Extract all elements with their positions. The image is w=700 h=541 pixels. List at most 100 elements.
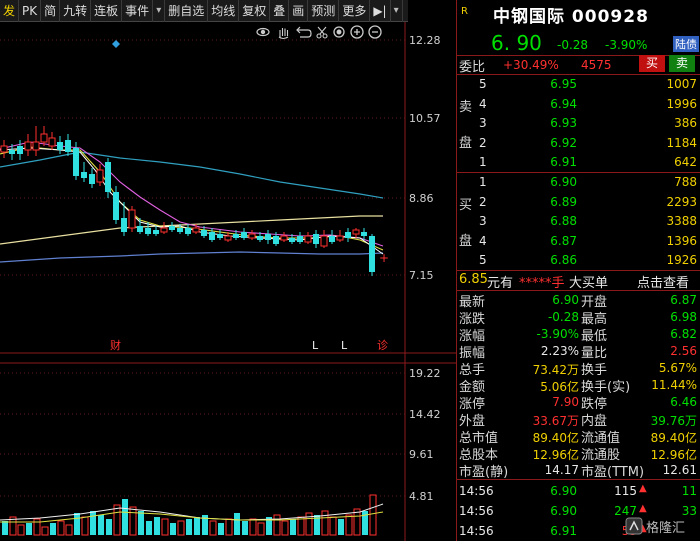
level: 2	[479, 194, 487, 209]
stat-row: 市盈(静) 14.17 市盈(TTM) 12.61	[457, 461, 700, 480]
big-order-row[interactable]: 6.85 元有 *****手 大买单 点击查看	[457, 271, 700, 291]
sell-button[interactable]: 卖	[669, 55, 695, 72]
latest-price: 6. 90	[491, 31, 542, 55]
stat-value: 6.82	[670, 327, 697, 341]
toolbar-item-1[interactable]: PK	[19, 0, 42, 22]
hand-icon[interactable]	[278, 28, 289, 40]
volume-axis-label: 19.22	[409, 367, 441, 380]
toolbar-item-10[interactable]: 叠	[270, 0, 290, 22]
toolbar-item-13[interactable]: 更多	[339, 0, 371, 22]
candle-body	[128, 209, 136, 229]
candle-body	[57, 142, 63, 150]
candle-body	[248, 233, 256, 239]
buy_orders-row[interactable]: 5 6.86 1926	[457, 251, 700, 270]
buy_orders-row[interactable]: 4 6.87 1396	[457, 232, 700, 251]
level: 1	[479, 175, 487, 189]
candle-body	[336, 235, 344, 241]
volume-bar	[122, 499, 128, 535]
event-marker-l2: L	[341, 339, 348, 352]
candle-body	[209, 232, 215, 240]
big-order-price: 6.85	[459, 272, 488, 287]
stock-name: 中钢国际 000928	[493, 7, 649, 27]
volume-bar	[98, 515, 104, 535]
stat-row: 最新 6.90 开盘 6.87	[457, 291, 700, 310]
toolbar-item-12[interactable]: 预测	[308, 0, 340, 22]
watermark-logo-icon	[625, 517, 643, 535]
settings-icon[interactable]	[333, 26, 345, 38]
eye-icon[interactable]	[256, 27, 270, 37]
zoom-out-icon[interactable]	[368, 25, 382, 39]
volume-bar	[50, 523, 56, 535]
sell_orders-row[interactable]: 3 6.93 386	[457, 114, 700, 133]
watermark: 格隆汇	[625, 515, 699, 537]
toolbar-item-3[interactable]: 九转	[60, 0, 92, 22]
candle-body	[233, 234, 239, 238]
sell_orders-row[interactable]: 5 6.95 1007	[457, 75, 700, 94]
zoom-in-icon[interactable]	[350, 25, 364, 39]
undo-icon[interactable]	[296, 26, 312, 38]
toolbar-item-2[interactable]: 简	[41, 0, 61, 22]
scissors-icon[interactable]	[316, 26, 328, 39]
volume-bar	[113, 504, 121, 536]
buy_orders-row[interactable]: 1 6.90 788	[457, 173, 700, 192]
price-axis-label: 7.15	[409, 269, 434, 282]
toolbar-item-14[interactable]: ▶|	[370, 0, 391, 22]
volume-axis-label: 4.81	[409, 490, 434, 503]
sell_orders-row[interactable]: 4 6.94 1996	[457, 95, 700, 114]
volume-bar	[218, 523, 224, 535]
kline-svg[interactable]: 12.28 10.57 8.86 7.15 19.22 14.42 9.61 4.81 + 财 L L…	[0, 22, 457, 541]
toolbar-item-0[interactable]: 发	[0, 0, 20, 22]
candle-body	[96, 169, 104, 183]
candle-body	[145, 228, 151, 234]
volume-bar	[81, 516, 89, 536]
stat-value: 2.23%	[540, 344, 579, 358]
toolbar-item-9[interactable]: 复权	[239, 0, 271, 22]
toolbar-item-11[interactable]: 画	[289, 0, 309, 22]
sell_orders-row[interactable]: 1 6.91 642	[457, 153, 700, 172]
bond-tag[interactable]: 陆债	[673, 36, 699, 52]
volume-bar	[257, 522, 265, 536]
marker-diamond-icon	[112, 40, 120, 48]
volume-bar	[177, 520, 185, 536]
webi-diff: 4575	[581, 58, 612, 72]
volume-bar	[154, 517, 160, 535]
order-volume: 788	[674, 175, 697, 189]
order-price: 6.90	[550, 175, 577, 189]
candle-body	[160, 227, 168, 233]
volume-bar	[209, 520, 217, 536]
level: 2	[479, 135, 487, 150]
buy-button[interactable]: 买	[639, 55, 665, 72]
volume-bar	[290, 519, 296, 535]
big-order-link[interactable]: 点击查看	[637, 272, 689, 291]
candle-body	[121, 218, 127, 232]
toolbar-item-15[interactable]: ▾	[391, 0, 403, 22]
kline-chart[interactable]: 12.28 10.57 8.86 7.15 19.22 14.42 9.61 4.81 + 财 L L…	[0, 22, 457, 541]
candle-body	[9, 150, 15, 154]
candle-body	[304, 235, 312, 243]
event-marker-cai: 财	[110, 338, 121, 352]
stat-value: 6.90	[552, 293, 579, 307]
buy_orders-row[interactable]: 3 6.88 3388	[457, 212, 700, 231]
candle-body	[185, 228, 191, 234]
ma-line-cyan	[0, 151, 384, 199]
webi-label: 委比	[459, 60, 486, 75]
stat-row: 总市值 89.40亿 流通值 89.40亿	[457, 427, 700, 446]
tick-arrow-icon: ▲	[639, 503, 647, 514]
price-axis-label: 12.28	[409, 34, 441, 47]
tick-count: 11	[681, 484, 697, 498]
order-volume: 2293	[666, 194, 697, 209]
toolbar-item-4[interactable]: 连板	[91, 0, 123, 22]
volume-bar	[90, 511, 96, 535]
toolbar-item-8[interactable]: 均线	[208, 0, 240, 22]
toolbar-item-5[interactable]: 事件	[122, 0, 154, 22]
buy_orders-row[interactable]: 2 6.89 2293	[457, 193, 700, 212]
volume-bar	[225, 518, 233, 536]
candle-body	[361, 232, 367, 236]
order-volume: 1007	[666, 77, 697, 91]
tick-time: 14:56	[459, 524, 494, 538]
sell_orders-row[interactable]: 2 6.92 1184	[457, 134, 700, 153]
candle-body	[329, 236, 335, 242]
volume-bar	[41, 526, 49, 536]
toolbar-item-7[interactable]: 删自选	[165, 0, 209, 22]
toolbar-item-6[interactable]: ▾	[153, 0, 166, 22]
